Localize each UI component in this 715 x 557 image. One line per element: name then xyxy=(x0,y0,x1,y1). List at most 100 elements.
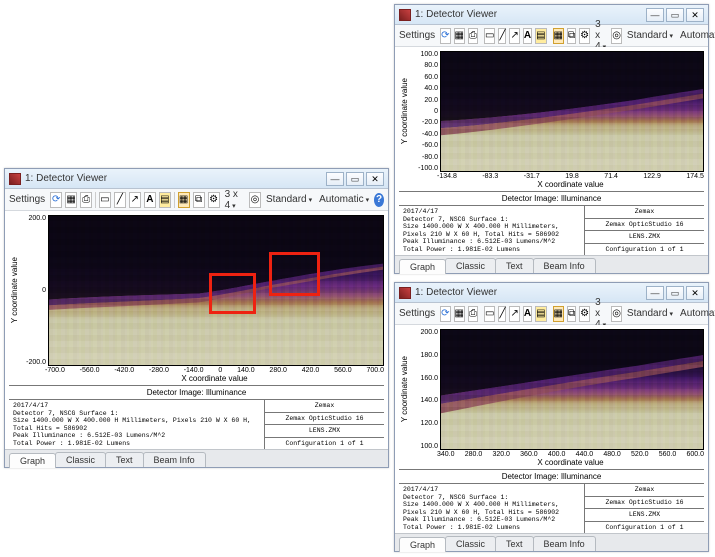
settings-icon[interactable]: ⚙ xyxy=(579,306,590,322)
tab-graph[interactable]: Graph xyxy=(9,453,56,468)
app-icon xyxy=(399,287,411,299)
minimize-button[interactable]: — xyxy=(326,172,344,186)
settings-button[interactable]: Settings xyxy=(399,308,435,319)
help-icon[interactable]: ? xyxy=(374,193,384,207)
note-icon[interactable]: ▤ xyxy=(535,306,546,322)
note-icon[interactable]: ▤ xyxy=(159,192,171,208)
y-ticks: 200.0180.0160.0 140.0120.0100.0 xyxy=(410,329,440,450)
x-ticks: -700.0-560.0-420.0 -280.0-140.00 140.028… xyxy=(45,366,384,374)
x-axis-label: X coordinate value xyxy=(45,374,384,385)
titlebar[interactable]: 1: Detector Viewer — ▭ ✕ xyxy=(395,5,708,25)
detector-image[interactable] xyxy=(440,329,704,450)
tab-graph[interactable]: Graph xyxy=(399,537,446,552)
snapshot-icon[interactable]: ▦ xyxy=(454,306,465,322)
automatic-dropdown[interactable]: Automatic xyxy=(317,194,371,205)
product-label: Zemax OpticStudio 16 xyxy=(605,499,683,506)
automatic-dropdown[interactable]: Automatic xyxy=(678,308,715,319)
grid-toggle-icon[interactable]: ▦ xyxy=(553,28,564,44)
status-power: Total Power : 1.981E-02 Lumens xyxy=(403,524,580,531)
y-axis-label: Y coordinate value xyxy=(9,257,20,323)
snapshot-icon[interactable]: ▦ xyxy=(454,28,465,44)
line-icon[interactable]: ╱ xyxy=(114,192,126,208)
status-heading: Detector Image: Illuminance xyxy=(9,386,384,400)
tab-bar: Graph Classic Text Beam Info xyxy=(395,255,708,273)
x-ticks: 340.0280.0320.0 360.0400.0440.0 480.0520… xyxy=(437,450,704,458)
rect-icon[interactable]: ▭ xyxy=(484,306,495,322)
rect-icon[interactable]: ▭ xyxy=(484,28,495,44)
tab-classic[interactable]: Classic xyxy=(445,258,496,273)
close-button[interactable]: ✕ xyxy=(686,286,704,300)
titlebar[interactable]: 1: Detector Viewer — ▭ ✕ xyxy=(5,169,388,189)
roi-box-2[interactable] xyxy=(269,252,319,297)
settings-icon[interactable]: ⚙ xyxy=(579,28,590,44)
y-axis-label: Y coordinate value xyxy=(399,78,410,144)
detector-image[interactable] xyxy=(440,51,704,172)
rect-icon[interactable]: ▭ xyxy=(99,192,111,208)
status-detector: Detector 7, NSCG Surface 1: xyxy=(13,410,260,417)
copy-icon[interactable]: ⧉ xyxy=(193,192,205,208)
line-icon[interactable]: ╱ xyxy=(498,306,506,322)
standard-dropdown[interactable]: Standard xyxy=(625,30,675,41)
status-date: 2017/4/17 xyxy=(13,402,260,409)
app-icon xyxy=(399,9,411,21)
x-axis-label: X coordinate value xyxy=(437,458,704,469)
status-detector: Detector 7, NSCG Surface 1: xyxy=(403,494,580,501)
copy-icon[interactable]: ⧉ xyxy=(567,28,576,44)
close-button[interactable]: ✕ xyxy=(366,172,384,186)
tab-classic[interactable]: Classic xyxy=(445,536,496,551)
snapshot-icon[interactable]: ▦ xyxy=(65,192,77,208)
tab-text[interactable]: Text xyxy=(495,536,534,551)
toolbar: Settings ⟳ ▦ ⎙ ▭ ╱ ↗ A ▤ ▦ ⧉ ⚙ 3 x 4 ◎ S… xyxy=(395,303,708,325)
automatic-dropdown[interactable]: Automatic xyxy=(678,30,715,41)
text-icon[interactable]: A xyxy=(523,306,532,322)
settings-button[interactable]: Settings xyxy=(399,30,435,41)
tab-text[interactable]: Text xyxy=(495,258,534,273)
target-icon[interactable]: ◎ xyxy=(611,28,622,44)
lens-file-label: LENS.ZMX xyxy=(629,511,660,518)
status-panel: Detector Image: Illuminance 2017/4/17 De… xyxy=(9,385,384,449)
text-icon[interactable]: A xyxy=(144,192,156,208)
settings-button[interactable]: Settings xyxy=(9,194,45,205)
tab-text[interactable]: Text xyxy=(105,452,144,467)
tab-beam-info[interactable]: Beam Info xyxy=(533,536,596,551)
arrow-icon[interactable]: ↗ xyxy=(129,192,141,208)
tab-classic[interactable]: Classic xyxy=(55,452,106,467)
print-icon[interactable]: ⎙ xyxy=(468,28,478,44)
arrow-icon[interactable]: ↗ xyxy=(509,28,519,44)
close-button[interactable]: ✕ xyxy=(686,8,704,22)
maximize-button[interactable]: ▭ xyxy=(666,8,684,22)
product-label: Zemax OpticStudio 16 xyxy=(605,221,683,228)
roi-box-1[interactable] xyxy=(209,273,256,315)
text-icon[interactable]: A xyxy=(523,28,532,44)
minimize-button[interactable]: — xyxy=(646,286,664,300)
tab-graph[interactable]: Graph xyxy=(399,259,446,274)
settings-icon[interactable]: ⚙ xyxy=(208,192,220,208)
grid-size-dropdown[interactable]: 3 x 4 xyxy=(223,189,246,211)
detector-viewer-window-c: 1: Detector Viewer — ▭ ✕ Settings ⟳ ▦ ⎙ … xyxy=(394,282,709,552)
refresh-icon[interactable]: ⟳ xyxy=(440,306,450,322)
copy-icon[interactable]: ⧉ xyxy=(567,306,576,322)
status-peak: Peak Illuminance : 6.512E-03 Lumens/M^2 xyxy=(13,432,260,439)
grid-toggle-icon[interactable]: ▦ xyxy=(553,306,564,322)
titlebar[interactable]: 1: Detector Viewer — ▭ ✕ xyxy=(395,283,708,303)
arrow-icon[interactable]: ↗ xyxy=(509,306,519,322)
maximize-button[interactable]: ▭ xyxy=(346,172,364,186)
tab-beam-info[interactable]: Beam Info xyxy=(143,452,206,467)
minimize-button[interactable]: — xyxy=(646,8,664,22)
status-peak: Peak Illuminance : 6.512E-03 Lumens/M^2 xyxy=(403,238,580,245)
target-icon[interactable]: ◎ xyxy=(611,306,622,322)
grid-toggle-icon[interactable]: ▦ xyxy=(178,192,190,208)
note-icon[interactable]: ▤ xyxy=(535,28,546,44)
line-icon[interactable]: ╱ xyxy=(498,28,506,44)
refresh-icon[interactable]: ⟳ xyxy=(50,192,62,208)
target-icon[interactable]: ◎ xyxy=(249,192,261,208)
maximize-button[interactable]: ▭ xyxy=(666,286,684,300)
x-ticks: -134.8-83.3-31.7 19.871.4122.9 174.5 xyxy=(437,172,704,180)
standard-dropdown[interactable]: Standard xyxy=(264,194,314,205)
print-icon[interactable]: ⎙ xyxy=(80,192,92,208)
tab-beam-info[interactable]: Beam Info xyxy=(533,258,596,273)
print-icon[interactable]: ⎙ xyxy=(468,306,478,322)
refresh-icon[interactable]: ⟳ xyxy=(440,28,450,44)
standard-dropdown[interactable]: Standard xyxy=(625,308,675,319)
detector-image[interactable] xyxy=(48,215,384,366)
